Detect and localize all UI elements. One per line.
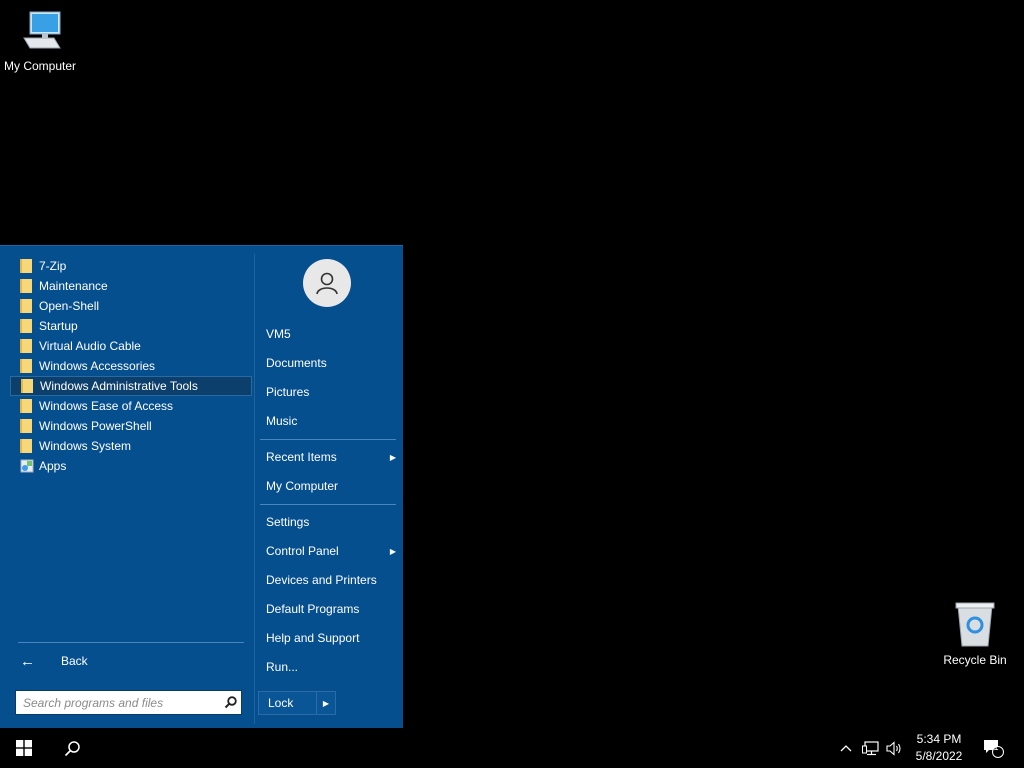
- folder-icon: [20, 399, 32, 413]
- menu-item-label: Pictures: [266, 385, 310, 399]
- program-item-7zip[interactable]: 7-Zip: [10, 256, 252, 276]
- search-icon[interactable]: [219, 692, 241, 714]
- menu-item-pictures[interactable]: Pictures: [266, 381, 396, 403]
- separator: [18, 642, 244, 643]
- menu-item-label: Default Programs: [266, 602, 360, 616]
- recycle-bin-icon: [955, 602, 995, 647]
- folder-icon: [21, 379, 33, 393]
- program-item-windows-administrative-tools[interactable]: Windows Administrative Tools: [10, 376, 252, 396]
- program-item-label: Open-Shell: [39, 299, 100, 313]
- folder-icon: [20, 279, 32, 293]
- clock-time: 5:34 PM: [916, 732, 962, 746]
- menu-item-label: Control Panel: [266, 544, 339, 558]
- program-item-label: Windows Ease of Access: [39, 399, 174, 413]
- program-item-windows-system[interactable]: Windows System: [10, 436, 252, 456]
- computer-icon: [23, 11, 61, 49]
- clock-date: 5/8/2022: [915, 749, 963, 763]
- folder-icon: [20, 339, 32, 353]
- notification-center-button[interactable]: 1: [978, 728, 1008, 768]
- lock-label: Lock: [268, 696, 294, 710]
- menu-item-label: My Computer: [266, 479, 339, 493]
- show-hidden-icons-button[interactable]: [836, 728, 856, 768]
- program-item-label: 7-Zip: [39, 259, 67, 273]
- desktop-icon-recycle-bin[interactable]: Recycle Bin: [935, 600, 1015, 667]
- programs-pane: 7-Zip Maintenance Open-Shell Startup Vir…: [0, 246, 255, 728]
- windows-logo-icon: [16, 740, 32, 756]
- menu-item-label: Settings: [266, 515, 310, 529]
- search-input[interactable]: [16, 690, 220, 715]
- program-item-label: Windows System: [39, 439, 132, 453]
- folder-icon: [20, 439, 32, 453]
- folder-icon: [20, 319, 32, 333]
- menu-item-label: Run...: [266, 660, 299, 674]
- folder-icon: [20, 259, 32, 273]
- program-item-startup[interactable]: Startup: [10, 316, 252, 336]
- folder-icon: [20, 359, 32, 373]
- program-item-label: Virtual Audio Cable: [39, 339, 141, 353]
- menu-item-label: Help and Support: [266, 631, 360, 645]
- menu-item-run[interactable]: Run...: [266, 656, 396, 678]
- program-item-open-shell[interactable]: Open-Shell: [10, 296, 252, 316]
- lock-button[interactable]: Lock ▶: [258, 691, 336, 715]
- program-item-label: Windows PowerShell: [39, 419, 152, 433]
- arrow-left-icon: ←: [20, 652, 35, 670]
- separator: [260, 504, 396, 505]
- menu-item-music[interactable]: Music: [266, 410, 396, 432]
- program-item-label: Startup: [39, 319, 78, 333]
- network-icon: [862, 740, 879, 755]
- submenu-arrow-icon: ▶: [389, 546, 396, 556]
- program-item-virtual-audio-cable[interactable]: Virtual Audio Cable: [10, 336, 252, 356]
- program-item-maintenance[interactable]: Maintenance: [10, 276, 252, 296]
- menu-item-control-panel[interactable]: Control Panel ▶: [266, 540, 396, 562]
- search-icon: [64, 740, 80, 756]
- menu-item-default-programs[interactable]: Default Programs: [266, 598, 396, 620]
- menu-item-label: Recent Items: [266, 450, 337, 464]
- volume-tray-button[interactable]: [884, 728, 906, 768]
- back-button[interactable]: ← Back: [10, 650, 242, 672]
- program-item-apps[interactable]: Apps: [10, 456, 252, 476]
- menu-item-my-computer[interactable]: My Computer: [266, 475, 396, 497]
- notification-badge: 1: [993, 742, 999, 752]
- program-list: 7-Zip Maintenance Open-Shell Startup Vir…: [10, 256, 252, 476]
- shutdown-options-arrow-icon[interactable]: ▶: [316, 692, 335, 714]
- start-menu: 7-Zip Maintenance Open-Shell Startup Vir…: [0, 245, 403, 728]
- program-item-windows-accessories[interactable]: Windows Accessories: [10, 356, 252, 376]
- apps-icon: [20, 459, 34, 473]
- folder-icon: [20, 299, 32, 313]
- menu-item-help-support[interactable]: Help and Support: [266, 627, 396, 649]
- taskbar-clock[interactable]: 5:34 PM 5/8/2022: [908, 731, 970, 765]
- program-item-windows-ease-of-access[interactable]: Windows Ease of Access: [10, 396, 252, 416]
- network-tray-button[interactable]: [860, 728, 882, 768]
- program-item-windows-powershell[interactable]: Windows PowerShell: [10, 416, 252, 436]
- program-item-label: Windows Administrative Tools: [40, 379, 198, 393]
- desktop-icon-label: My Computer: [3, 59, 77, 73]
- chevron-up-icon: [840, 745, 852, 752]
- user-icon: [316, 272, 338, 295]
- program-item-label: Maintenance: [39, 279, 108, 293]
- menu-item-user[interactable]: VM5: [266, 323, 396, 345]
- menu-item-settings[interactable]: Settings: [266, 511, 396, 533]
- submenu-arrow-icon: ▶: [389, 452, 396, 462]
- menu-item-documents[interactable]: Documents: [266, 352, 396, 374]
- folder-icon: [20, 419, 32, 433]
- search-box: [15, 690, 242, 715]
- taskbar-search-button[interactable]: [48, 728, 96, 768]
- menu-item-label: VM5: [266, 327, 291, 341]
- separator: [260, 439, 396, 440]
- menu-item-label: Devices and Printers: [266, 573, 377, 587]
- program-item-label: Windows Accessories: [39, 359, 156, 373]
- menu-item-recent-items[interactable]: Recent Items ▶: [266, 446, 396, 468]
- menu-item-label: Documents: [266, 356, 327, 370]
- menu-item-label: Music: [266, 414, 298, 428]
- menu-item-devices-printers[interactable]: Devices and Printers: [266, 569, 396, 591]
- user-avatar[interactable]: [303, 259, 351, 307]
- start-button[interactable]: [0, 728, 48, 768]
- program-item-label: Apps: [39, 459, 67, 473]
- speaker-icon: [886, 740, 901, 756]
- desktop-icon-my-computer[interactable]: My Computer: [0, 8, 80, 73]
- back-label: Back: [61, 654, 88, 668]
- taskbar: 5:34 PM 5/8/2022 1: [0, 728, 1024, 768]
- places-pane: VM5 Documents Pictures Music Recent Item…: [255, 246, 403, 728]
- desktop-icon-label: Recycle Bin: [943, 653, 1007, 667]
